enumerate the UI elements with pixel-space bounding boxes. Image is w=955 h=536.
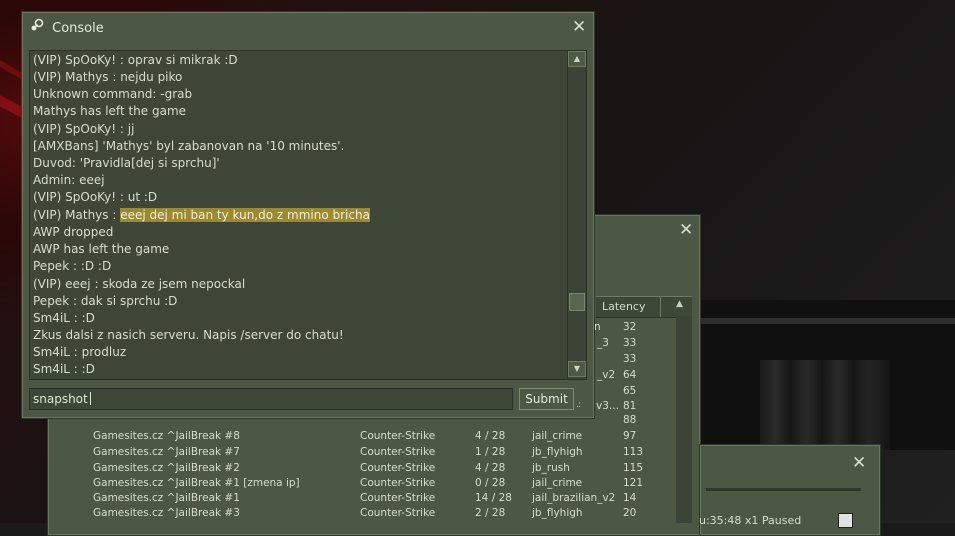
demo-player-close-icon[interactable]: ✕ <box>852 453 866 473</box>
demo-pause-checkbox[interactable] <box>838 513 853 528</box>
scene-crates <box>760 360 890 450</box>
log-line: Zkus dalsi z nasich serveru. Napis /serv… <box>33 328 344 342</box>
server-list-header: Latency ▲ <box>596 296 692 318</box>
server-map: jail_brazilian_v2 <box>532 492 616 504</box>
server-latency: 97 <box>623 430 637 442</box>
log-highlight: eeej dej mi ban ty kun,do z mmino bricha <box>120 208 370 222</box>
server-latency: 115 <box>623 462 644 474</box>
server-map: jb_flyhigh <box>532 507 583 519</box>
server-latency: 121 <box>623 477 644 489</box>
scene-rail <box>700 318 955 324</box>
console-close-icon[interactable]: ✕ <box>572 17 586 37</box>
log-line: AWP dropped <box>33 225 114 239</box>
server-game: Counter-Strike <box>360 446 436 458</box>
console-input-value: snapshot <box>33 392 88 406</box>
server-players: 4 / 28 <box>475 462 506 474</box>
server-name: Gamesites.cz ^JailBreak #7 <box>93 446 240 458</box>
server-game: Counter-Strike <box>360 492 436 504</box>
log-line: Admin: eeej <box>33 173 105 187</box>
server-map: jb_rush <box>532 462 570 474</box>
server-game: Counter-Strike <box>360 507 436 519</box>
latency-cell: 32 <box>623 321 637 333</box>
scroll-down-icon[interactable]: ▼ <box>568 361 586 377</box>
console-title: Console <box>52 21 104 36</box>
server-map: jail_crime <box>532 477 583 489</box>
latency-cell: 33 <box>623 337 637 349</box>
server-latency: 20 <box>623 507 637 519</box>
log-line: Pepek : dak si sprchu :D <box>33 294 178 308</box>
demo-progress-track[interactable] <box>706 488 861 491</box>
console-titlebar[interactable]: Console <box>30 18 104 38</box>
latency-cell: 33 <box>623 353 637 365</box>
log-line: Sm4iL : :D <box>33 362 95 376</box>
partial-cell: _3 <box>597 337 609 349</box>
log-line: (VIP) SpOoKy! : ut :D <box>33 190 158 204</box>
server-name: Gamesites.cz ^JailBreak #2 <box>93 462 240 474</box>
log-line: (VIP) SpOoKy! : jj <box>33 122 135 136</box>
log-line: Duvod: 'Pravidla[dej si sprchu]' <box>33 156 220 170</box>
scroll-up-icon[interactable]: ▲ <box>676 299 683 309</box>
partial-cell: v3... <box>596 400 619 412</box>
log-line: Sm4iL : :D <box>33 311 95 325</box>
text-caret <box>89 392 91 405</box>
partial-cell: _v2 <box>597 369 616 381</box>
server-name: Gamesites.cz ^JailBreak #3 <box>93 507 240 519</box>
server-latency: 113 <box>623 446 644 458</box>
demo-status: u:35:48 x1 Paused <box>699 514 802 527</box>
server-list-scrollbar[interactable] <box>676 316 692 523</box>
server-name: Gamesites.cz ^JailBreak #1 [zmena ip] <box>93 477 300 489</box>
log-line: Pepek : :D :D <box>33 259 112 273</box>
server-map: jb_flyhigh <box>532 446 583 458</box>
log-line: [AMXBans] 'Mathys' byl zabanovan na '10 … <box>33 139 345 153</box>
log-line: AWP has left the game <box>33 242 170 256</box>
server-game: Counter-Strike <box>360 462 436 474</box>
server-game: Counter-Strike <box>360 430 436 442</box>
server-players: 1 / 28 <box>475 446 506 458</box>
latency-cell: 65 <box>623 385 637 397</box>
latency-cell: 88 <box>623 414 637 426</box>
server-game: Counter-Strike <box>360 477 436 489</box>
log-prefix: (VIP) Mathys : <box>33 208 121 222</box>
log-line: (VIP) Mathys : nejdu piko <box>33 70 183 84</box>
server-map: jail_crime <box>532 430 583 442</box>
console-command-input[interactable]: snapshot <box>29 388 513 410</box>
latency-cell: 64 <box>623 369 637 381</box>
console-scrollbar[interactable]: ▲ ▼ <box>567 50 587 380</box>
submit-button[interactable]: Submit <box>519 388 574 410</box>
server-players: 0 / 28 <box>475 477 506 489</box>
log-line: Mathys has left the game <box>33 104 187 118</box>
latency-cell: 81 <box>623 400 637 412</box>
server-players: 2 / 28 <box>475 507 506 519</box>
server-name: Gamesites.cz ^JailBreak #8 <box>93 430 240 442</box>
latency-column-header[interactable]: Latency <box>596 297 661 317</box>
log-line: Unknown command: -grab <box>33 87 193 101</box>
log-line: (VIP) SpOoKy! : oprav si mikrak :D <box>33 53 238 67</box>
log-line-highlighted: (VIP) Mathys : eeej dej mi ban ty kun,do… <box>33 206 370 224</box>
server-players: 14 / 28 <box>475 492 512 504</box>
log-line: (VIP) eeej : skoda ze jsem nepockal <box>33 277 246 291</box>
log-line: Sm4iL : prodluz <box>33 345 127 359</box>
server-browser-close-icon[interactable]: ✕ <box>679 220 693 240</box>
resize-grip-icon[interactable]: .: <box>576 400 581 410</box>
console-log[interactable]: (VIP) SpOoKy! : oprav si mikrak :D (VIP)… <box>29 50 568 380</box>
server-name: Gamesites.cz ^JailBreak #1 <box>93 492 240 504</box>
server-latency: 14 <box>623 492 637 504</box>
scroll-thumb[interactable] <box>569 293 585 311</box>
scroll-up-icon[interactable]: ▲ <box>568 51 586 67</box>
steam-icon <box>30 18 48 36</box>
server-players: 4 / 28 <box>475 430 506 442</box>
